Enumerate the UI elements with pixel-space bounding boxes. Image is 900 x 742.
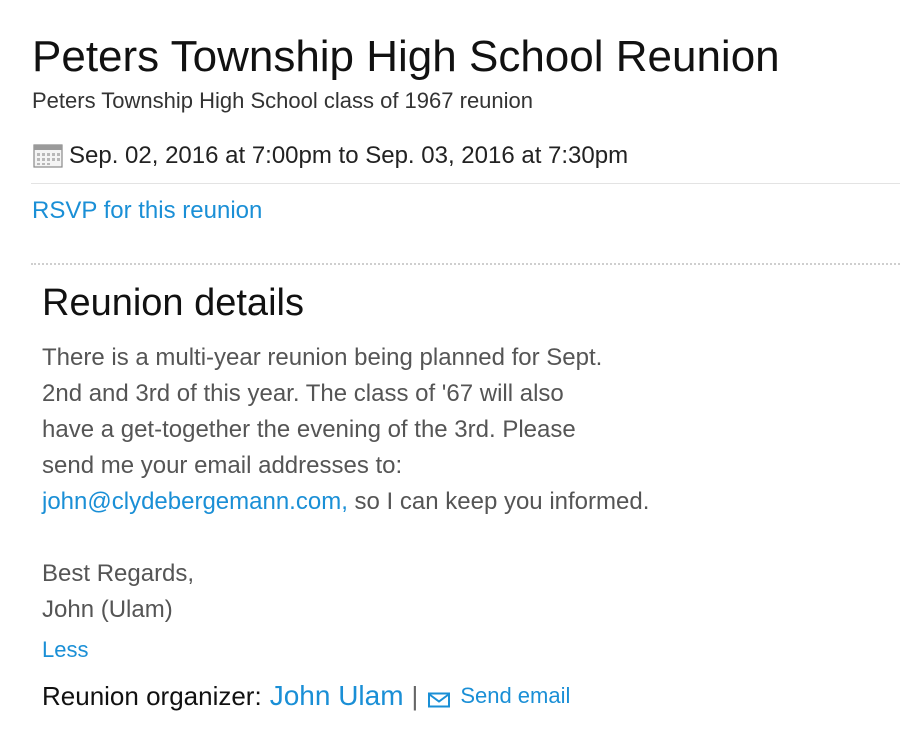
dotted-divider — [31, 263, 900, 265]
organizer-name-link[interactable]: John Ulam — [270, 680, 404, 712]
contact-email-link[interactable]: john@clydebergemann.com, — [42, 488, 348, 515]
details-closing: Best Regards, — [42, 560, 195, 587]
send-email-label: Send email — [460, 683, 571, 708]
send-email-link[interactable]: Send email — [428, 683, 570, 709]
organizer-row: Reunion organizer: John Ulam | Send emai… — [42, 677, 570, 715]
details-line: send me your email addresses to: — [42, 452, 403, 479]
calendar-icon — [33, 144, 63, 168]
details-signature: John (Ulam) — [42, 596, 173, 623]
details-line: There is a multi-year reunion being plan… — [42, 344, 603, 371]
organizer-label: Reunion organizer: — [42, 680, 262, 711]
details-line: 2nd and 3rd of this year. The class of '… — [42, 380, 564, 407]
details-heading: Reunion details — [42, 282, 304, 324]
details-body: There is a multi-year reunion being plan… — [42, 340, 649, 628]
event-subtitle: Peters Township High School class of 196… — [32, 88, 534, 113]
less-link[interactable]: Less — [42, 636, 88, 664]
rsvp-link[interactable]: RSVP for this reunion — [32, 196, 262, 226]
details-line: have a get-together the evening of the 3… — [42, 416, 576, 443]
event-title: Peters Township High School Reunion — [32, 32, 780, 81]
reunion-event-page: Peters Township High School Reunion Pete… — [0, 0, 900, 742]
mail-icon — [428, 688, 451, 708]
organizer-separator: | — [411, 680, 419, 711]
details-email-line: john@clydebergemann.com, so I can keep y… — [42, 484, 649, 520]
divider — [31, 183, 900, 184]
details-email-suffix: so I can keep you informed. — [347, 488, 650, 515]
event-date-range: Sep. 02, 2016 at 7:00pm to Sep. 03, 2016… — [69, 142, 629, 169]
event-date-row: Sep. 02, 2016 at 7:00pm to Sep. 03, 2016… — [33, 140, 628, 172]
